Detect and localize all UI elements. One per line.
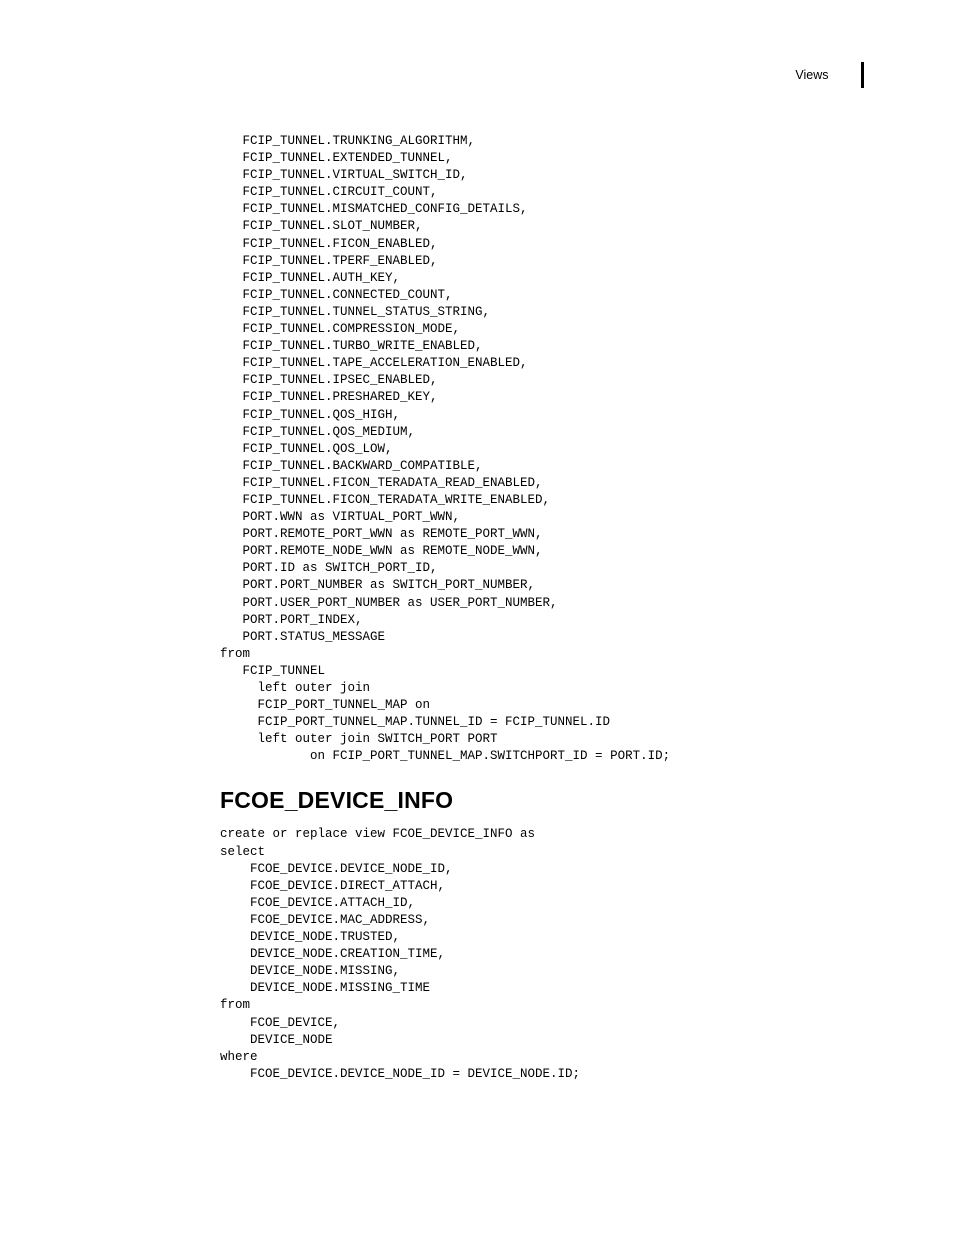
header-label: Views: [795, 68, 828, 82]
sql-code-block-1: FCIP_TUNNEL.TRUNKING_ALGORITHM, FCIP_TUN…: [220, 133, 860, 765]
header-divider: [861, 62, 864, 88]
page-content: FCIP_TUNNEL.TRUNKING_ALGORITHM, FCIP_TUN…: [220, 133, 860, 1083]
page: Views FCIP_TUNNEL.TRUNKING_ALGORITHM, FC…: [0, 0, 954, 1235]
sql-code-block-2: create or replace view FCOE_DEVICE_INFO …: [220, 826, 860, 1082]
page-header: Views: [795, 62, 864, 88]
section-heading-fcoe-device-info: FCOE_DEVICE_INFO: [220, 787, 860, 814]
